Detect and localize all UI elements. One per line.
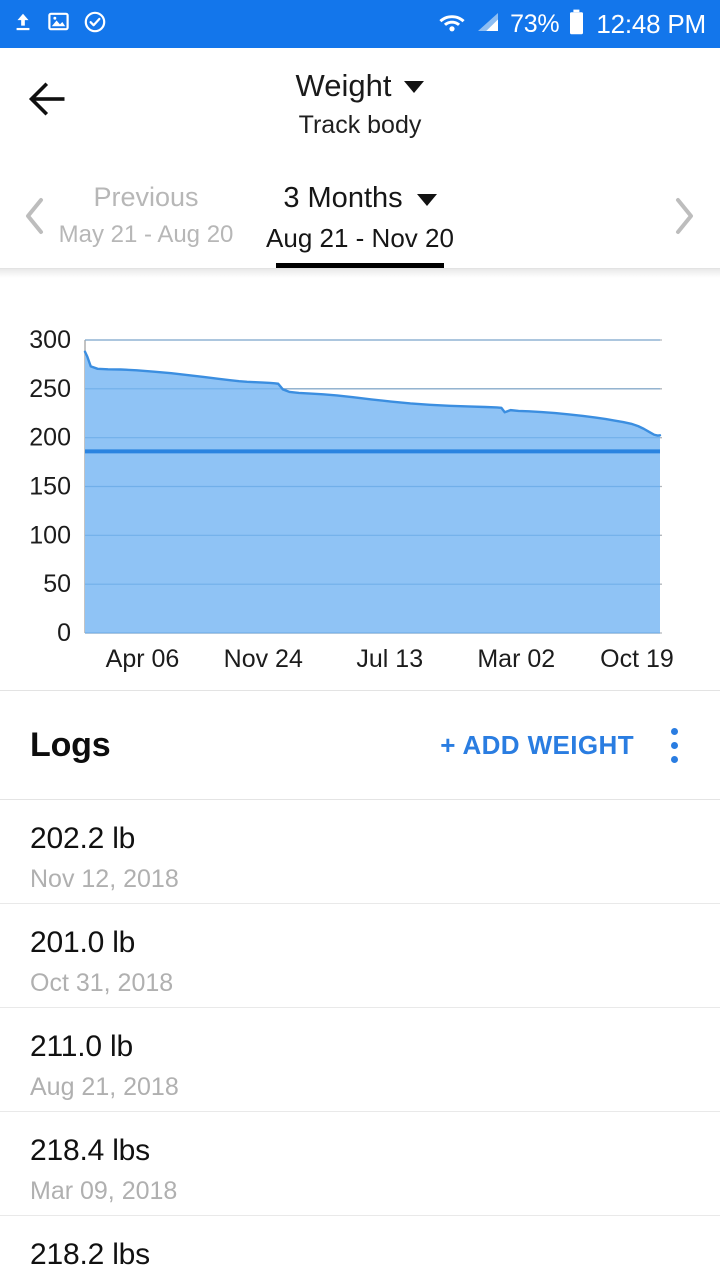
title-dropdown[interactable]: Weight xyxy=(296,68,425,104)
log-entry-date: Aug 21, 2018 xyxy=(30,1072,179,1101)
add-weight-button[interactable]: + ADD WEIGHT xyxy=(440,730,634,761)
logs-header: Logs + ADD WEIGHT xyxy=(0,691,720,800)
log-entry-value: 211.0 lb xyxy=(30,1030,133,1063)
weight-area-fill xyxy=(85,351,660,633)
log-entry-date: Oct 31, 2018 xyxy=(30,968,174,997)
status-bar: 73% 12:48 PM xyxy=(0,0,720,48)
y-axis-tick-label: 50 xyxy=(43,570,71,598)
status-bar-system-icons: 73% 12:48 PM xyxy=(438,9,706,40)
period-length-label: 3 Months xyxy=(283,182,403,214)
log-entry-row[interactable]: 218.4 lbs Mar 09, 2018 xyxy=(0,1112,720,1216)
weight-area-chart[interactable]: 0 50 100 150 200 250 300 Apr 06 Nov 24 Jul 13 Mar … xyxy=(0,278,720,690)
y-axis-tick-label: 150 xyxy=(29,473,71,501)
chevron-down-icon xyxy=(416,193,437,206)
logs-title: Logs xyxy=(30,725,111,764)
more-vertical-icon[interactable] xyxy=(654,718,694,772)
page-title: Weight xyxy=(295,68,392,103)
period-length-dropdown[interactable]: 3 Months xyxy=(283,181,437,216)
image-icon xyxy=(47,10,70,38)
log-entry-value: 201.0 lb xyxy=(30,926,136,959)
x-axis-tick-label: Oct 19 xyxy=(600,645,674,673)
logs-section: Logs + ADD WEIGHT 202.2 lb Nov 12, 2018 20… xyxy=(0,691,720,1280)
log-entry-row[interactable]: 202.2 lb Nov 12, 2018 xyxy=(0,800,720,904)
log-entry-value: 218.4 lbs xyxy=(30,1134,150,1167)
battery-icon xyxy=(568,9,585,40)
x-axis-tick-label: Nov 24 xyxy=(224,645,303,673)
y-axis-tick-label: 0 xyxy=(57,619,71,647)
y-axis-tick-label: 200 xyxy=(29,424,71,452)
log-entry-value: 202.2 lb xyxy=(30,822,136,855)
logs-list: 202.2 lb Nov 12, 2018 201.0 lb Oct 31, 2018… xyxy=(0,800,720,1280)
page-subtitle: Track body xyxy=(298,110,422,139)
x-axis-tick-label: Apr 06 xyxy=(106,645,180,673)
status-bar-notification-icons xyxy=(12,10,107,39)
chevron-down-icon xyxy=(404,81,425,94)
log-entry-row[interactable]: 211.0 lb Aug 21, 2018 xyxy=(0,1008,720,1112)
wifi-icon xyxy=(438,11,466,38)
header-shadow xyxy=(0,269,720,278)
log-entry-row[interactable]: 201.0 lb Oct 31, 2018 xyxy=(0,904,720,1008)
y-axis-tick-label: 300 xyxy=(29,326,71,354)
y-axis-tick-label: 100 xyxy=(29,521,71,549)
signal-icon xyxy=(475,11,501,38)
log-entry-value: 218.2 lbs xyxy=(30,1238,150,1271)
battery-percent-label: 73% xyxy=(510,9,560,38)
x-axis-tick-label: Jul 13 xyxy=(356,645,423,673)
period-selector: Previous May 21 - Aug 20 3 Months Aug 21… xyxy=(0,163,720,269)
log-entry-row[interactable]: 218.2 lbs xyxy=(0,1216,720,1280)
current-period-group: 3 Months Aug 21 - Nov 20 xyxy=(0,181,720,269)
log-entry-date: Nov 12, 2018 xyxy=(30,864,179,893)
check-circle-icon xyxy=(83,10,107,39)
log-entry-date: Mar 09, 2018 xyxy=(30,1176,178,1205)
app-bar: Weight Track body xyxy=(0,48,720,163)
upload-icon xyxy=(12,11,34,38)
y-axis-tick-label: 250 xyxy=(29,375,71,403)
x-axis-tick-label: Mar 02 xyxy=(477,645,555,673)
weight-tracker-screen: 73% 12:48 PM Weight Track body Previous … xyxy=(0,0,720,1280)
weight-chart-card: 0 50 100 150 200 250 300 Apr 06 Nov 24 Jul 13 Mar … xyxy=(0,278,720,690)
app-bar-title-stack: Weight Track body xyxy=(0,68,720,140)
chevron-right-icon xyxy=(676,198,693,234)
current-period-range: Aug 21 - Nov 20 xyxy=(266,222,454,253)
next-period-button[interactable] xyxy=(660,193,706,239)
clock-label: 12:48 PM xyxy=(596,9,706,39)
